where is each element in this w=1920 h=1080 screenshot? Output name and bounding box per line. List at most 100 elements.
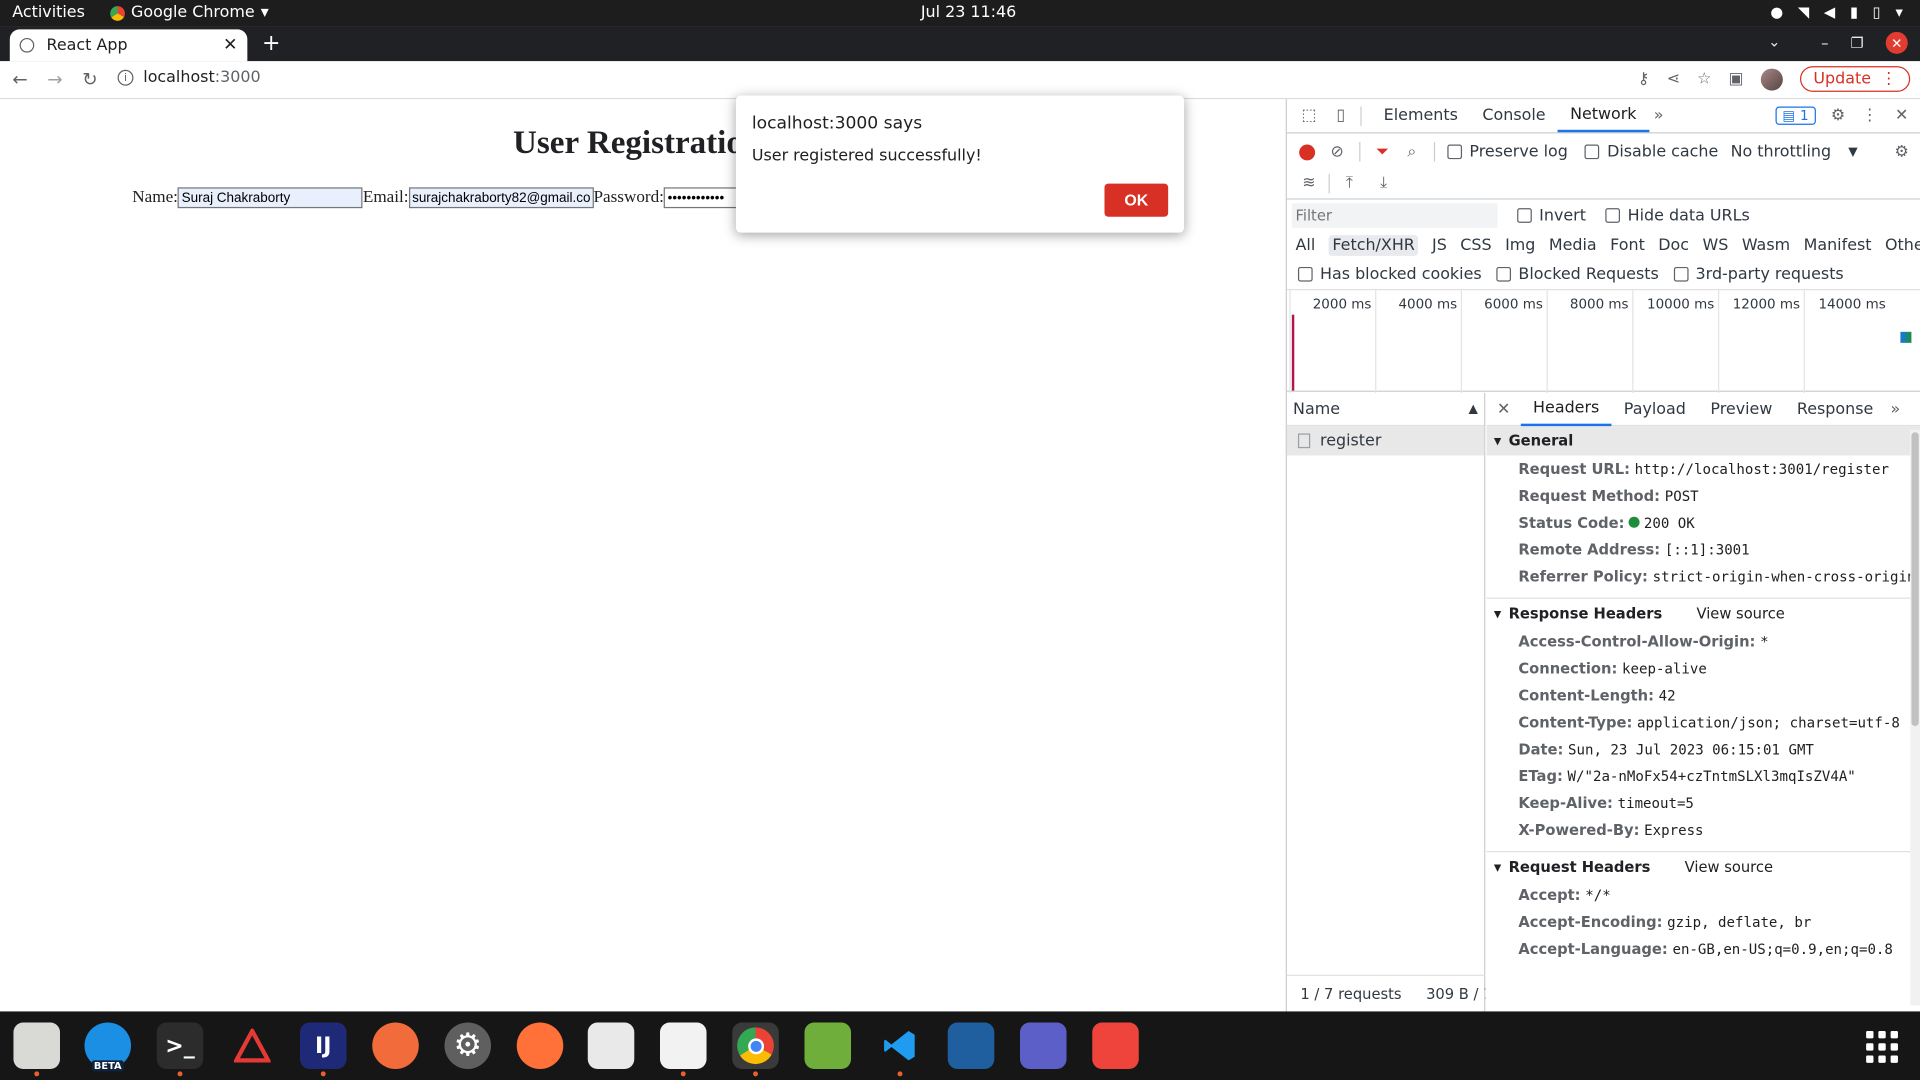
files-icon[interactable] bbox=[13, 1022, 61, 1077]
star-icon[interactable]: ☆ bbox=[1697, 70, 1711, 88]
kebab-menu-icon[interactable]: ⋮ bbox=[1860, 106, 1880, 126]
clock[interactable]: Jul 23 11:46 bbox=[921, 4, 1016, 22]
type-filter-ws[interactable]: WS bbox=[1703, 236, 1729, 254]
type-filter-wasm[interactable]: Wasm bbox=[1742, 236, 1790, 254]
device-toolbar-icon[interactable]: ▯ bbox=[1331, 106, 1351, 126]
type-filter-other[interactable]: Other bbox=[1885, 236, 1920, 254]
firefox-icon[interactable] bbox=[516, 1022, 564, 1069]
minimize-icon[interactable]: – bbox=[1821, 34, 1828, 51]
network-conditions-icon[interactable]: ≋ bbox=[1299, 173, 1319, 193]
response-headers-header[interactable]: ▾ Response Headers View source bbox=[1487, 599, 1920, 628]
teams-icon[interactable] bbox=[1020, 1022, 1067, 1069]
more-tabs-icon[interactable]: » bbox=[1886, 399, 1906, 419]
triangle-app-icon[interactable] bbox=[228, 1022, 276, 1069]
settings-icon[interactable]: ⚙ bbox=[444, 1022, 492, 1069]
type-filter-img[interactable]: Img bbox=[1505, 236, 1535, 254]
view-source-link[interactable]: View source bbox=[1696, 605, 1784, 622]
vscode-icon[interactable] bbox=[876, 1022, 924, 1077]
blocked-requests-checkbox[interactable] bbox=[1496, 266, 1512, 282]
settings-icon[interactable]: ⚙ bbox=[1828, 106, 1848, 126]
forward-icon[interactable]: → bbox=[47, 69, 62, 91]
view-source-link[interactable]: View source bbox=[1685, 858, 1773, 875]
tab-search-icon[interactable]: ⌄ bbox=[1768, 33, 1780, 50]
scrollbar[interactable] bbox=[1910, 429, 1920, 1006]
chevron-down-icon[interactable]: ▼ bbox=[1848, 145, 1857, 158]
filter-icon[interactable]: ⏷ bbox=[1373, 142, 1393, 162]
chrome-icon[interactable] bbox=[732, 1022, 779, 1077]
name-column-header[interactable]: Name ▲ bbox=[1286, 393, 1485, 427]
network-settings-icon[interactable]: ⚙ bbox=[1892, 142, 1912, 162]
type-filter-doc[interactable]: Doc bbox=[1658, 236, 1689, 254]
terminal-icon[interactable]: >_ bbox=[156, 1022, 204, 1077]
back-icon[interactable]: ← bbox=[12, 69, 27, 91]
third-party-checkbox[interactable] bbox=[1673, 266, 1689, 282]
address-bar[interactable]: i localhost:3000 bbox=[117, 69, 261, 87]
general-section-header[interactable]: ▾ General bbox=[1486, 426, 1920, 456]
type-filter-media[interactable]: Media bbox=[1549, 236, 1597, 254]
image-viewer-icon[interactable] bbox=[804, 1022, 852, 1069]
export-har-icon[interactable]: ⤓ bbox=[1374, 173, 1394, 193]
show-applications-icon[interactable] bbox=[1866, 1031, 1898, 1063]
intellij-icon[interactable]: IJ bbox=[300, 1022, 347, 1077]
tab-response[interactable]: Response bbox=[1785, 393, 1886, 425]
avatar[interactable] bbox=[1760, 67, 1783, 91]
edge-beta-icon[interactable]: BETA bbox=[84, 1022, 132, 1072]
throttling-select[interactable]: No throttling bbox=[1731, 143, 1832, 161]
hide-data-urls-checkbox[interactable] bbox=[1605, 208, 1621, 223]
tab-console[interactable]: Console bbox=[1470, 100, 1558, 132]
issues-badge[interactable]: ▤ 1 bbox=[1775, 106, 1816, 125]
info-icon[interactable]: i bbox=[117, 69, 134, 86]
close-icon[interactable]: ✕ bbox=[1494, 399, 1514, 419]
tab-headers[interactable]: Headers bbox=[1520, 393, 1612, 426]
type-filter-all[interactable]: All bbox=[1296, 236, 1316, 254]
name-input[interactable] bbox=[177, 187, 363, 209]
ok-button[interactable]: OK bbox=[1104, 183, 1169, 217]
close-devtools-icon[interactable]: ✕ bbox=[1892, 106, 1912, 126]
inspect-icon[interactable]: ⬚ bbox=[1299, 106, 1319, 126]
search-icon[interactable]: ⌕ bbox=[1402, 142, 1422, 162]
type-filter-manifest[interactable]: Manifest bbox=[1804, 236, 1872, 254]
record-icon[interactable] bbox=[1299, 143, 1316, 160]
side-panel-icon[interactable]: ▣ bbox=[1729, 70, 1744, 88]
invert-checkbox[interactable] bbox=[1517, 208, 1532, 223]
document-viewer-icon[interactable] bbox=[587, 1022, 635, 1069]
vpn-lock-icon[interactable] bbox=[947, 1022, 995, 1069]
status-ok-icon bbox=[1629, 516, 1641, 528]
anydesk-icon[interactable] bbox=[1092, 1022, 1139, 1069]
disable-cache-checkbox[interactable] bbox=[1585, 144, 1600, 160]
email-input[interactable] bbox=[408, 187, 594, 209]
app-menu[interactable]: Google Chrome ▾ bbox=[110, 4, 269, 22]
type-filter-js[interactable]: JS bbox=[1432, 236, 1447, 254]
tab-payload[interactable]: Payload bbox=[1612, 393, 1699, 425]
reload-icon[interactable]: ↻ bbox=[82, 69, 97, 91]
type-filter-fetch-xhr[interactable]: Fetch/XHR bbox=[1328, 234, 1419, 256]
password-input[interactable] bbox=[663, 187, 743, 209]
browser-tab[interactable]: React App ✕ bbox=[9, 29, 248, 62]
has-blocked-cookies-checkbox[interactable] bbox=[1297, 266, 1313, 282]
type-filter-font[interactable]: Font bbox=[1610, 236, 1645, 254]
tab-elements[interactable]: Elements bbox=[1371, 100, 1470, 132]
tab-network[interactable]: Network bbox=[1557, 100, 1649, 132]
restore-icon[interactable]: ❐ bbox=[1850, 34, 1863, 51]
list-item[interactable]: register bbox=[1286, 426, 1485, 456]
type-filter-css[interactable]: CSS bbox=[1460, 236, 1491, 254]
scrollbar-thumb[interactable] bbox=[1911, 432, 1919, 727]
system-tray[interactable]: ● ◥ ◀ ▮ ▯ ▾ bbox=[1770, 4, 1902, 21]
share-icon[interactable]: ⋖ bbox=[1667, 70, 1680, 88]
close-tab-icon[interactable]: ✕ bbox=[223, 36, 237, 56]
close-window-icon[interactable]: ✕ bbox=[1885, 31, 1908, 54]
postman-icon[interactable] bbox=[372, 1022, 419, 1069]
request-headers-header[interactable]: ▾ Request Headers View source bbox=[1487, 852, 1920, 881]
more-tabs-icon[interactable]: » bbox=[1649, 106, 1669, 126]
import-har-icon[interactable]: ⤒ bbox=[1340, 173, 1360, 193]
activities-button[interactable]: Activities bbox=[12, 4, 85, 22]
new-tab-button[interactable]: + bbox=[262, 31, 280, 57]
network-overview-timeline[interactable]: 2000 ms 4000 ms 6000 ms 8000 ms 10000 ms… bbox=[1286, 288, 1920, 394]
clear-icon[interactable]: ⊘ bbox=[1327, 142, 1347, 162]
filter-input[interactable] bbox=[1291, 203, 1498, 228]
preserve-log-checkbox[interactable] bbox=[1447, 144, 1463, 160]
update-button[interactable]: Update ⋮ bbox=[1799, 66, 1911, 92]
tab-preview[interactable]: Preview bbox=[1698, 393, 1784, 425]
key-icon[interactable]: ⚷ bbox=[1638, 70, 1650, 88]
text-editor-icon[interactable] bbox=[660, 1022, 707, 1077]
